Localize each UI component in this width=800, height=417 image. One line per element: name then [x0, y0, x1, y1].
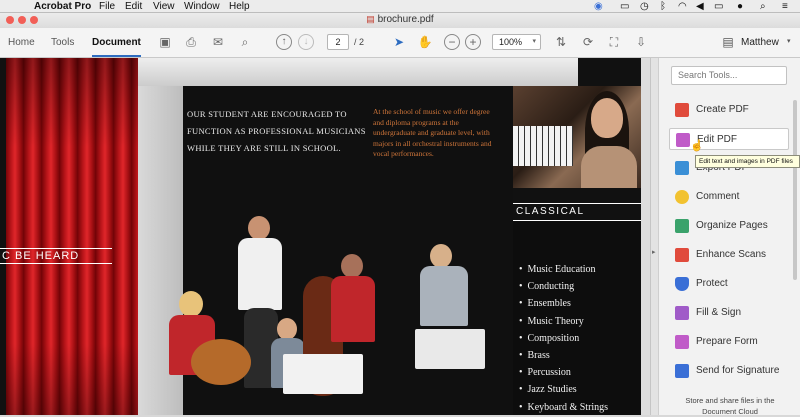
export-pdf-icon [675, 161, 689, 175]
tab-tools[interactable]: Tools [51, 37, 74, 48]
tool-comment[interactable]: Comment [669, 186, 789, 208]
tool-enhance-scans[interactable]: Enhance Scans [669, 244, 789, 266]
program-description: At the school of music we offer degree a… [373, 107, 492, 158]
tools-pane: Search Tools... Create PDF Edit PDF Expo… [658, 58, 800, 416]
select-arrow-icon[interactable]: ➤ [391, 34, 407, 50]
list-item: Music Education [519, 261, 608, 278]
time-machine-icon[interactable]: ◷ [640, 0, 649, 13]
chevron-down-icon: ▾ [532, 38, 536, 45]
page-number-input[interactable]: 2 [327, 34, 349, 50]
piano-keys [513, 126, 573, 166]
majors-list: Music Education Conducting Ensembles Mus… [519, 261, 609, 415]
tool-send-for-signature[interactable]: Send for Signature [669, 360, 789, 382]
edit-pdf-icon [676, 133, 690, 147]
list-item: Percussion [519, 364, 608, 381]
zoom-select[interactable]: 100% ▾ [492, 34, 541, 50]
tool-prepare-form[interactable]: Prepare Form [669, 331, 789, 353]
creative-cloud-icon[interactable]: ◉ [594, 0, 603, 13]
prepare-form-icon [675, 335, 689, 349]
curtain-shading [6, 58, 138, 415]
pdf-file-icon: ▤ [366, 14, 375, 24]
spotlight-icon[interactable]: ⌕ [760, 0, 766, 13]
menu-app-name[interactable]: Acrobat Pro [34, 0, 91, 13]
battery-icon[interactable]: ▭ [714, 0, 723, 13]
tab-home[interactable]: Home [8, 37, 35, 48]
menu-help[interactable]: Help [229, 0, 250, 13]
list-item: Ensembles [519, 295, 608, 312]
more-tools-icon[interactable]: ⇩ [633, 34, 649, 50]
full-screen-icon[interactable]: ⛶ [606, 34, 622, 50]
user-chevron-icon[interactable]: ▾ [787, 37, 791, 45]
tab-document[interactable]: Document [92, 37, 141, 57]
classical-training-heading: CLASSICAL TRAINING [513, 203, 641, 233]
menu-bar: Acrobat Pro File Edit View Window Help ◉… [0, 0, 800, 13]
organize-pages-icon [675, 219, 689, 233]
menu-window[interactable]: Window [184, 0, 220, 13]
list-item: Conducting [519, 278, 608, 295]
tool-create-pdf[interactable]: Create PDF [669, 99, 789, 121]
comment-icon [675, 190, 689, 204]
user-icon[interactable]: ● [737, 0, 743, 13]
title-bar: ▤ brochure.pdf [0, 13, 800, 28]
menu-view[interactable]: View [153, 0, 175, 13]
list-item: Music Theory [519, 313, 608, 330]
enhance-scans-icon [675, 248, 689, 262]
collapse-arrow-icon[interactable]: ▸ [652, 248, 656, 256]
rotate-view-icon[interactable]: ⟳ [580, 34, 596, 50]
print-icon[interactable]: ⎙ [183, 34, 199, 50]
tool-protect[interactable]: Protect [669, 273, 789, 295]
fill-sign-icon [675, 306, 689, 320]
search-tools-input[interactable]: Search Tools... [671, 66, 787, 85]
bluetooth-icon[interactable]: ᛒ [660, 0, 666, 13]
save-icon[interactable]: ▣ [157, 34, 173, 50]
create-pdf-icon [675, 103, 689, 117]
student-portrait-photo [513, 86, 641, 188]
page-total: / 2 [354, 37, 365, 47]
email-icon[interactable]: ✉ [210, 34, 226, 50]
document-cloud-promo: Store and share files in the Document Cl… [685, 396, 775, 416]
panel-collapse-handle[interactable]: ▸ [650, 58, 658, 415]
send-signature-icon [675, 364, 689, 378]
majors-panel: Music Education Conducting Ensembles Mus… [513, 221, 641, 415]
list-item: Jazz Studies [519, 381, 608, 398]
pdf-page-view[interactable]: C BE HEARD OUR STUDENT ARE ENCOURAGED TO… [0, 58, 650, 415]
list-item: Brass [519, 347, 608, 364]
zoom-in-icon[interactable]: + [465, 34, 481, 50]
tool-organize-pages[interactable]: Organize Pages [669, 215, 789, 237]
list-item: Composition [519, 330, 608, 347]
tool-edit-pdf[interactable]: Edit PDF [669, 128, 789, 150]
hand-tool-icon[interactable]: ✋ [417, 34, 433, 50]
tools-pane-scrollbar[interactable] [793, 100, 797, 280]
user-menu[interactable]: Matthew [741, 37, 779, 48]
menu-edit[interactable]: Edit [125, 0, 142, 13]
window-title: ▤ brochure.pdf [366, 14, 434, 25]
tooltip: Edit text and images in PDF files [695, 155, 800, 168]
notes-icon[interactable]: ▤ [720, 34, 736, 50]
notification-center-icon[interactable]: ≡ [782, 0, 788, 13]
volume-icon[interactable]: ◀ [696, 0, 704, 13]
page-edge [641, 58, 650, 415]
display-icon[interactable]: ▭ [620, 0, 629, 13]
side-heading: C BE HEARD [0, 248, 112, 264]
zoom-out-icon[interactable]: − [444, 34, 460, 50]
stage-lights-image [138, 58, 578, 86]
next-page-icon[interactable]: ↓ [298, 34, 314, 50]
menu-file[interactable]: File [99, 0, 115, 13]
tool-fill-sign[interactable]: Fill & Sign [669, 302, 789, 324]
toolbar: Home Tools Document ▣ ⎙ ✉ ⌕ ↑ ↓ 2 / 2 ➤ … [0, 28, 800, 58]
intro-text: OUR STUDENT ARE ENCOURAGED TO FUNCTION A… [187, 109, 366, 153]
wifi-icon[interactable]: ◠ [678, 0, 687, 13]
scrolling-mode-icon[interactable]: ⇅ [553, 34, 569, 50]
search-icon[interactable]: ⌕ [237, 34, 253, 50]
previous-page-icon[interactable]: ↑ [276, 34, 292, 50]
list-item: Keyboard & Strings [519, 399, 609, 415]
mouse-cursor-icon: ☝ [690, 140, 704, 152]
protect-icon [675, 277, 689, 291]
